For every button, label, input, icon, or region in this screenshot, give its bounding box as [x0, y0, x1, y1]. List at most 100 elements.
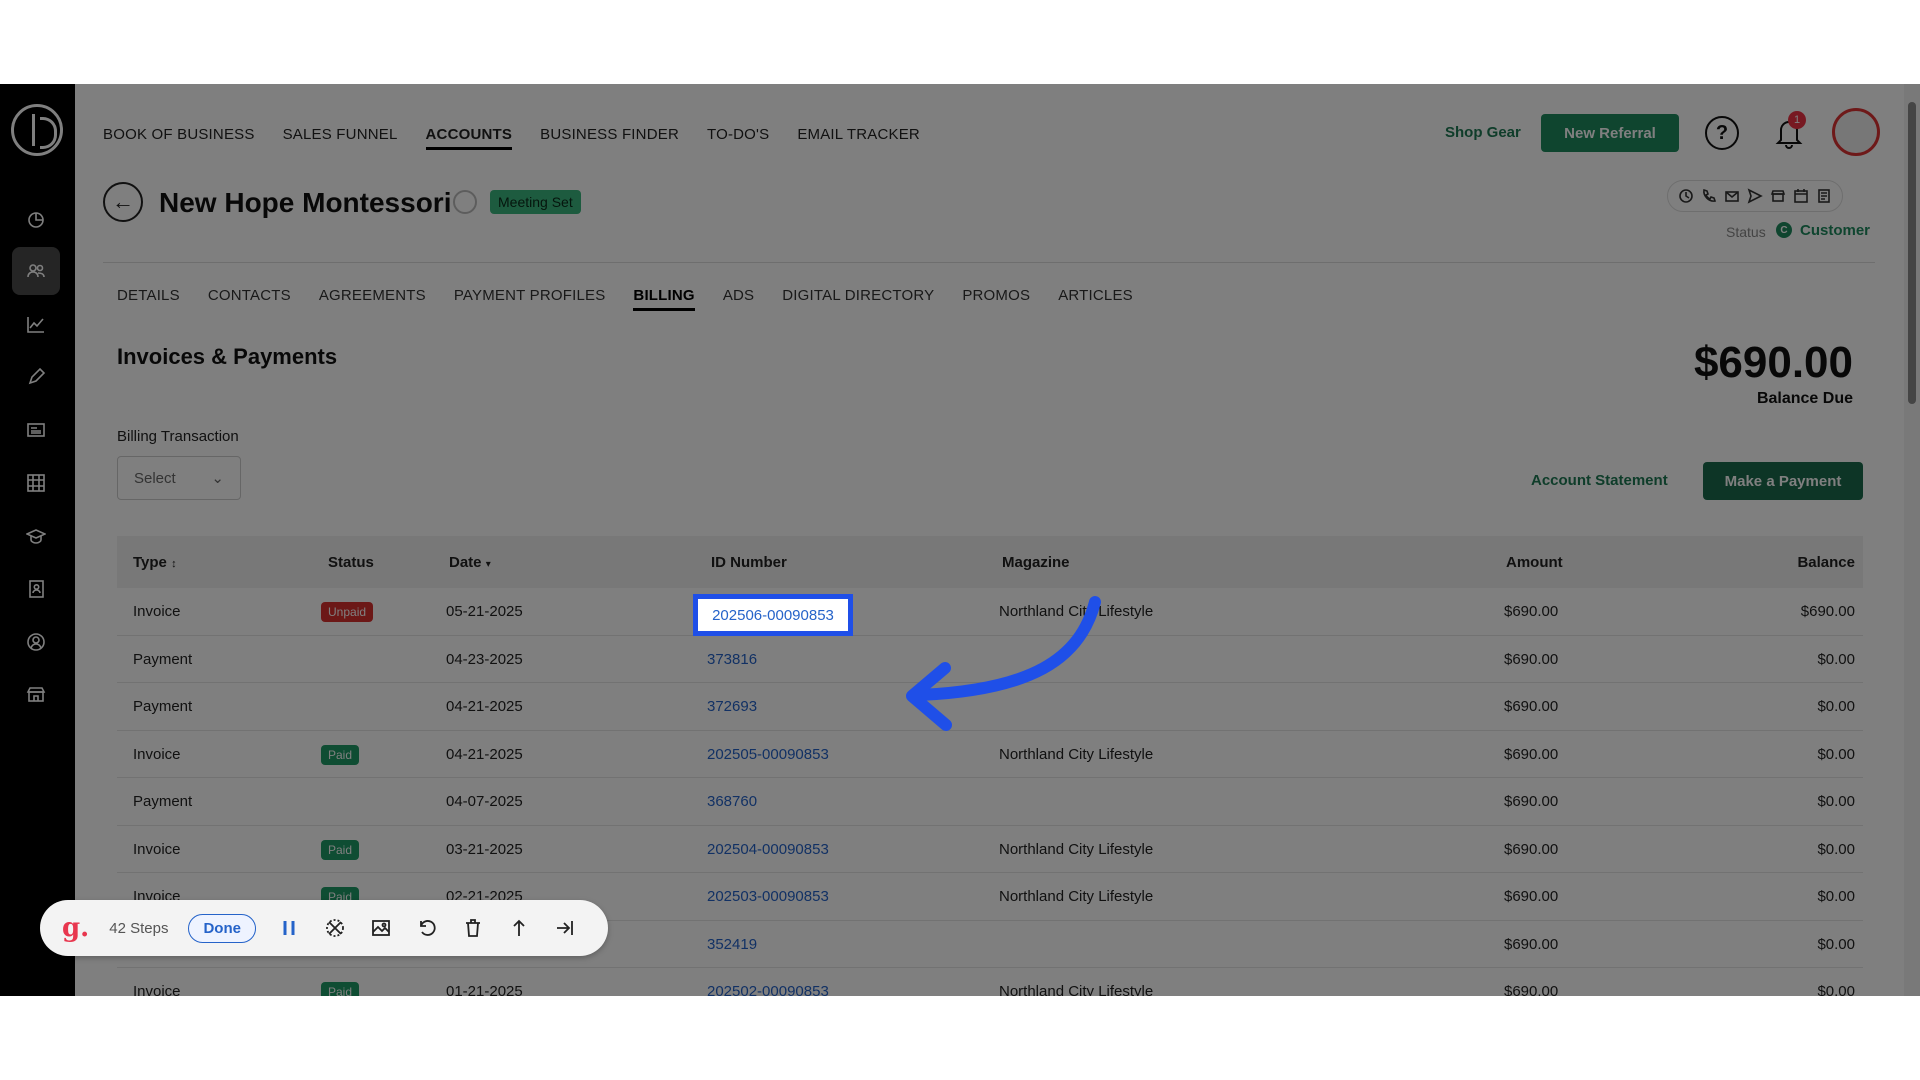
billing-transaction-select[interactable]: Select ⌄ — [117, 456, 241, 500]
logo-icon[interactable] — [11, 104, 63, 156]
recorder-logo: g. — [62, 913, 90, 943]
header-date[interactable]: Date ▾ — [449, 554, 491, 571]
nav-book-of-business[interactable]: BOOK OF BUSINESS — [103, 126, 255, 150]
image-icon[interactable] — [368, 915, 394, 941]
app-frame: BOOK OF BUSINESS SALES FUNNEL ACCOUNTS B… — [0, 84, 1920, 996]
pie-chart-icon — [28, 212, 44, 228]
shop-gear-link[interactable]: Shop Gear — [1445, 124, 1521, 141]
cell-balance: $0.00 — [1817, 840, 1855, 858]
tab-billing[interactable]: BILLING — [633, 287, 695, 311]
scrollbar[interactable] — [1904, 84, 1920, 996]
status-badge: Paid — [321, 744, 360, 765]
cell-type: Invoice — [133, 983, 181, 996]
tab-details[interactable]: DETAILS — [117, 287, 180, 311]
scroll-thumb[interactable] — [1908, 102, 1916, 404]
highlighted-id-link[interactable]: 202506-00090853 — [693, 594, 853, 636]
pointer-arrow-icon — [906, 596, 1101, 731]
table-row[interactable]: Invoice Paid 03-21-2025 202504-00090853 Nort… — [117, 826, 1863, 873]
cell-amount: $690.00 — [1504, 603, 1559, 620]
nav-to-dos[interactable]: TO-DO'S — [707, 126, 769, 150]
tab-ads[interactable]: ADS — [723, 287, 754, 311]
verified-check-icon[interactable] — [453, 190, 477, 214]
history-icon[interactable] — [1677, 187, 1695, 205]
send-icon[interactable] — [1746, 187, 1764, 205]
cell-balance: $0.00 — [1817, 935, 1855, 953]
new-referral-button[interactable]: New Referral — [1541, 114, 1679, 152]
status-badge: Paid — [321, 839, 360, 860]
tab-contacts[interactable]: CONTACTS — [208, 287, 291, 311]
cell-balance: $0.00 — [1817, 650, 1855, 668]
cell-type: Invoice — [133, 745, 181, 763]
nav-email-tracker[interactable]: EMAIL TRACKER — [797, 126, 920, 150]
cell-type: Invoice — [133, 603, 181, 620]
cell-id-link[interactable]: 373816 — [707, 651, 757, 668]
help-icon[interactable]: ? — [1705, 116, 1739, 150]
trash-icon[interactable] — [460, 915, 486, 941]
header-magazine: Magazine — [1002, 554, 1070, 571]
back-button[interactable]: ← — [103, 182, 143, 222]
sidebar-item-dashboard[interactable] — [12, 196, 60, 244]
cell-id-link[interactable]: 202502-00090853 — [707, 983, 829, 996]
contact-book-icon — [29, 580, 44, 598]
header-divider — [103, 262, 1875, 263]
cell-id-link[interactable]: 352419 — [707, 936, 757, 953]
sidebar-item-contacts[interactable] — [12, 565, 60, 613]
cell-id-link[interactable]: 372693 — [707, 698, 757, 715]
sidebar-item-accounts[interactable] — [12, 247, 60, 295]
nav-accounts[interactable]: ACCOUNTS — [425, 126, 513, 150]
document-icon[interactable] — [1815, 187, 1833, 205]
sidebar-item-grid[interactable] — [12, 459, 60, 507]
account-tabs: DETAILS CONTACTS AGREEMENTS PAYMENT PROF… — [117, 287, 1133, 311]
cell-amount: $690.00 — [1504, 935, 1559, 953]
sidebar-item-profile[interactable] — [12, 618, 60, 666]
header-type[interactable]: Type ↕ — [133, 554, 177, 571]
nav-business-finder[interactable]: BUSINESS FINDER — [540, 126, 679, 150]
balance-label: Balance Due — [1756, 390, 1853, 407]
cell-amount: $690.00 — [1504, 698, 1559, 715]
upload-arrow-icon[interactable] — [506, 915, 532, 941]
sidebar-item-training[interactable] — [12, 512, 60, 560]
cell-magazine: Northland City Lifestyle — [999, 840, 1154, 858]
tab-promos[interactable]: PROMOS — [962, 287, 1030, 311]
skip-end-icon[interactable] — [552, 915, 578, 941]
table-row[interactable]: Payment 04-07-2025 368760 $690.00 $0.00 — [117, 778, 1863, 826]
sidebar-item-news[interactable] — [12, 406, 60, 454]
sort-icon[interactable]: ↕ — [171, 558, 177, 570]
undo-icon[interactable] — [414, 915, 440, 941]
account-statement-link[interactable]: Account Statement — [1531, 472, 1668, 489]
avatar[interactable] — [1832, 108, 1880, 156]
tab-digital-directory[interactable]: DIGITAL DIRECTORY — [782, 287, 934, 311]
cell-id-link[interactable]: 368760 — [707, 793, 757, 810]
cell-id-link[interactable]: 202504-00090853 — [707, 841, 829, 858]
line-chart-icon — [27, 317, 44, 333]
cell-magazine: Northland City Lifestyle — [999, 745, 1154, 763]
cell-amount: $690.00 — [1504, 888, 1559, 905]
store-icon[interactable] — [1769, 187, 1787, 205]
pause-icon[interactable] — [276, 915, 302, 941]
billing-transaction-label: Billing Transaction — [117, 428, 239, 445]
tab-articles[interactable]: ARTICLES — [1058, 287, 1133, 311]
done-button[interactable]: Done — [188, 913, 256, 943]
page-title: New Hope Montessori — [159, 187, 452, 218]
sidebar-item-edit[interactable] — [12, 353, 60, 401]
nav-sales-funnel[interactable]: SALES FUNNEL — [283, 126, 398, 150]
customer-status-icon: C — [1776, 222, 1792, 238]
phone-icon[interactable] — [1700, 187, 1718, 205]
calendar-icon[interactable] — [1792, 187, 1810, 205]
cell-id-link[interactable]: 202505-00090853 — [707, 746, 829, 763]
table-header: Type ↕ Status Date ▾ ID Number Magazine … — [117, 536, 1863, 588]
sort-desc-icon[interactable]: ▾ — [486, 559, 491, 570]
tab-agreements[interactable]: AGREEMENTS — [319, 287, 426, 311]
cell-id-link[interactable]: 202503-00090853 — [707, 888, 829, 905]
cell-magazine: Northland City Lifestyle — [999, 983, 1154, 996]
tab-payment-profiles[interactable]: PAYMENT PROFILES — [454, 287, 606, 311]
blur-icon[interactable] — [322, 915, 348, 941]
sidebar-item-store[interactable] — [12, 671, 60, 719]
make-payment-button[interactable]: Make a Payment — [1703, 462, 1863, 500]
section-title: Invoices & Payments — [117, 344, 338, 369]
mail-icon[interactable] — [1723, 187, 1741, 205]
table-row[interactable]: Invoice Paid 01-21-2025 202502-00090853 Nort… — [117, 968, 1863, 996]
cell-date: 03-21-2025 — [446, 840, 523, 858]
sidebar-item-reports[interactable] — [12, 300, 60, 348]
grid-icon — [27, 474, 45, 492]
